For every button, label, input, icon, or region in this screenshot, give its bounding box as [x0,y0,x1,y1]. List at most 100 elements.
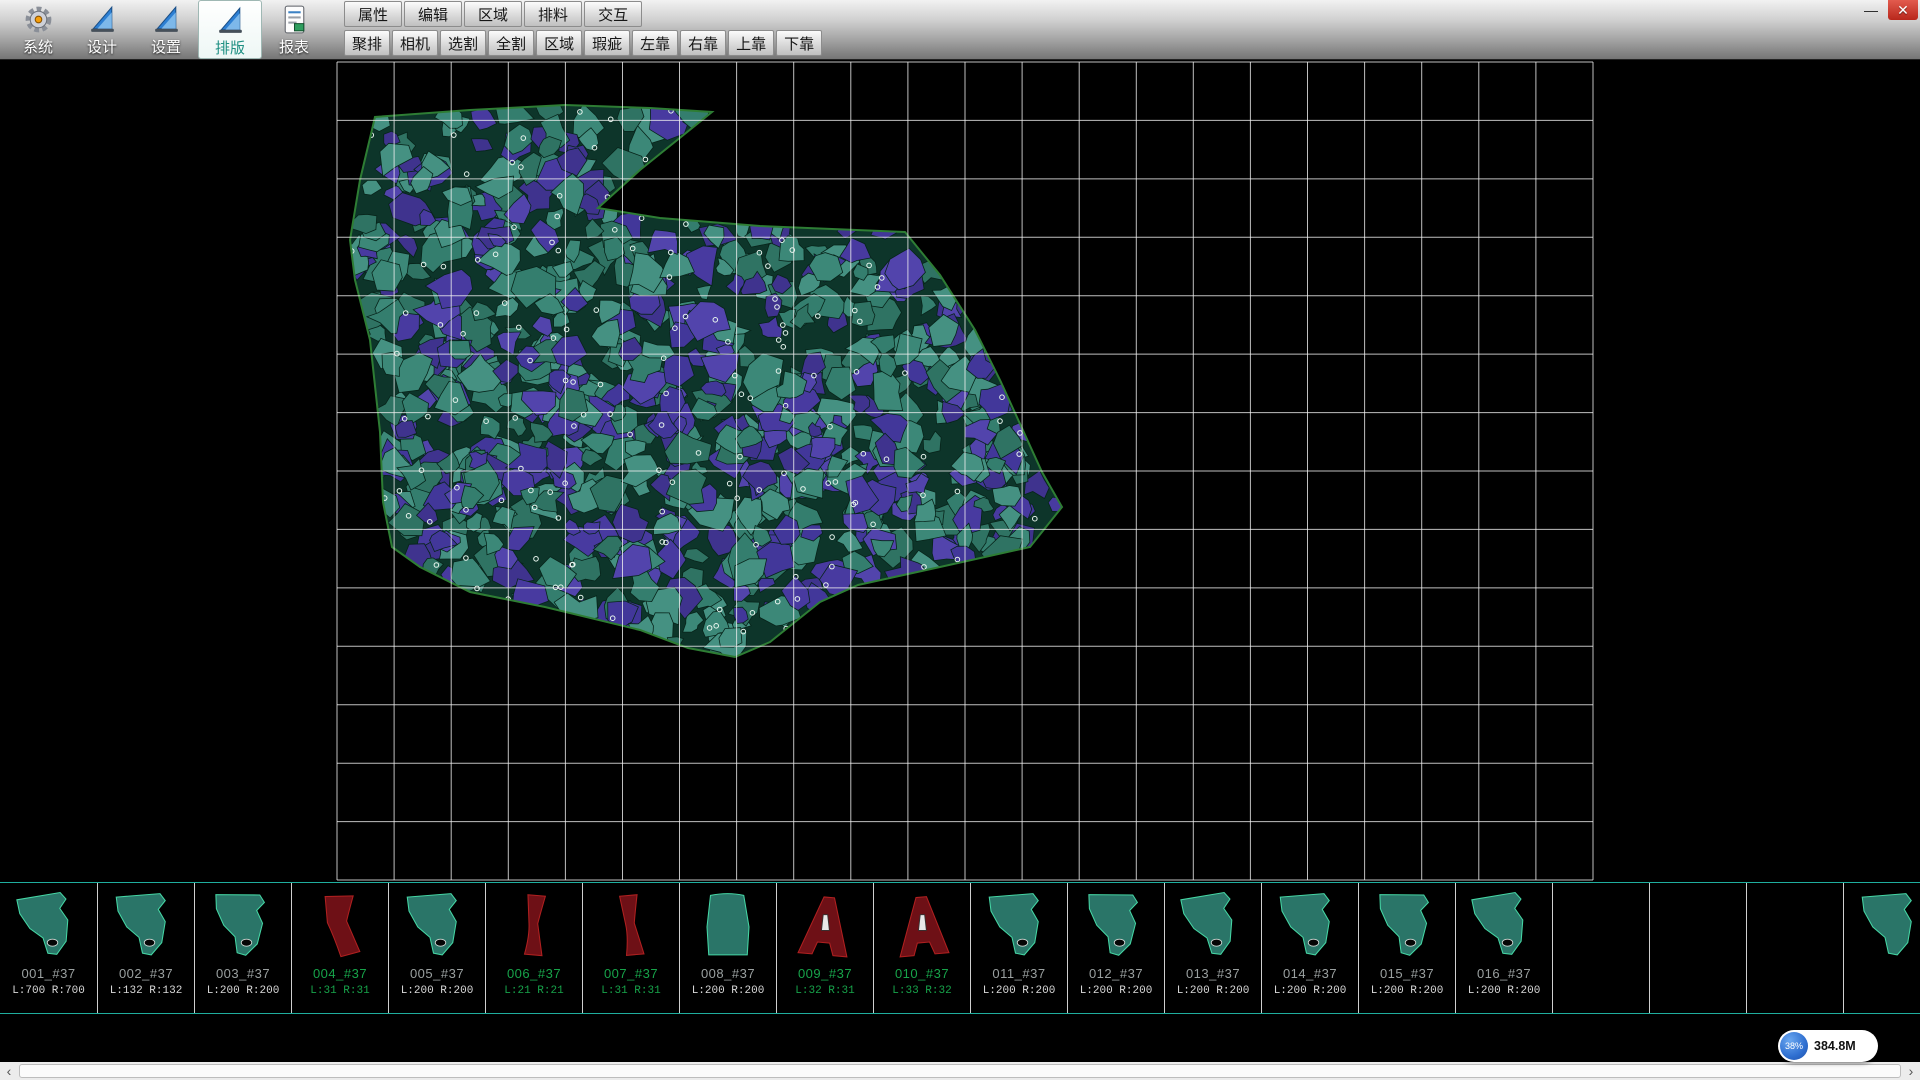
piece-name: 011_#37 [992,966,1045,981]
piece-shape [686,886,770,966]
piece-thumbnail-007_#37[interactable]: 007_#37L:31 R:31 [582,883,679,1013]
scroll-right-arrow[interactable]: › [1902,1062,1920,1080]
piece-thumbnail-006_#37[interactable]: 006_#37 L:21 R:21 [485,883,582,1013]
app-mode-toolbar: 系统设计设置 排版 报表 [6,0,326,60]
piece-thumbnail-overflow [1746,883,1843,1013]
menu-button-全割[interactable]: 全割 [488,30,534,56]
piece-thumbnail-009_#37[interactable]: 009_#37 L:32 R:31 [776,883,873,1013]
report-icon [278,3,311,36]
piece-lr-count: L:200 R:200 [401,985,474,997]
piece-shape [1850,886,1920,966]
menu-area: 属性编辑区域排料交互 聚排相机选割全割区域瑕疵左靠右靠上靠下靠 [344,1,822,56]
piece-lr-count: L:200 R:200 [1274,985,1347,997]
memory-status: 38% 384.8M [1778,1030,1878,1062]
piece-thumbnail-015_#37[interactable]: 015_#37L:200 R:200 [1358,883,1455,1013]
piece-thumbnail-014_#37[interactable]: 014_#37 L:200 R:200 [1261,883,1358,1013]
menu-button-上靠[interactable]: 上靠 [728,30,774,56]
close-button[interactable]: ✕ [1888,0,1918,20]
piece-thumbnail-005_#37[interactable]: 005_#37 L:200 R:200 [388,883,485,1013]
toolbar-button-label: 系统 [23,36,53,57]
piece-thumbnail-002_#37[interactable]: 002_#37L:132 R:132 [97,883,194,1013]
minimize-button[interactable]: — [1856,0,1886,20]
piece-name: 004_#37 [313,966,367,981]
piece-shape [1074,886,1158,966]
menu-button-属性[interactable]: 属性 [344,1,402,27]
toolbar-button-排版[interactable]: 排版 [198,0,262,59]
piece-lr-count: L:21 R:21 [504,985,563,997]
piece-shape [880,886,964,966]
piece-thumbnail-010_#37[interactable]: 010_#37L:33 R:32 [873,883,970,1013]
settings-icon [150,3,183,36]
piece-thumbnail-012_#37[interactable]: 012_#37 L:200 R:200 [1067,883,1164,1013]
menu-button-区域[interactable]: 区域 [464,1,522,27]
toolbar-button-报表[interactable]: 报表 [262,0,326,59]
piece-lr-count: L:132 R:132 [110,985,183,997]
toolbar-button-label: 报表 [279,36,309,57]
menu-button-瑕疵[interactable]: 瑕疵 [584,30,630,56]
menu-row-2: 聚排相机选割全割区域瑕疵左靠右靠上靠下靠 [344,30,822,56]
piece-lr-count: L:31 R:31 [310,985,369,997]
piece-name: 001_#37 [21,966,75,981]
piece-shape [1171,886,1255,966]
nesting-canvas[interactable] [0,60,1920,882]
piece-name: 014_#37 [1283,966,1337,981]
piece-lr-count: L:33 R:32 [892,985,951,997]
piece-thumbnail-overflow [1552,883,1649,1013]
piece-lr-count: L:32 R:31 [795,985,854,997]
progress-badge: 38% [1780,1032,1808,1060]
piece-shape [7,886,91,966]
menu-button-右靠[interactable]: 右靠 [680,30,726,56]
toolbar-button-系统[interactable]: 系统 [6,0,70,59]
menu-button-编辑[interactable]: 编辑 [404,1,462,27]
piece-thumbnail-016_#37[interactable]: 016_#37L:200 R:200 [1455,883,1552,1013]
piece-shape [1462,886,1546,966]
piece-thumbnail-overflow [1649,883,1746,1013]
piece-shape [977,886,1061,966]
memory-value: 384.8M [1814,1039,1856,1053]
piece-thumbnail-overflow [1843,883,1920,1013]
menu-button-选割[interactable]: 选割 [440,30,486,56]
window-controls: — ✕ [1856,0,1918,20]
piece-lr-count: L:200 R:200 [1080,985,1153,997]
piece-name: 003_#37 [216,966,270,981]
menu-button-左靠[interactable]: 左靠 [632,30,678,56]
piece-lr-count: L:200 R:200 [207,985,280,997]
toolbar-button-label: 排版 [215,37,245,58]
progress-percent: 38% [1785,1041,1803,1051]
design-icon [86,3,119,36]
menu-button-排料[interactable]: 排料 [524,1,582,27]
toolbar-button-设置[interactable]: 设置 [134,0,198,59]
piece-shape [104,886,188,966]
toolbar-button-label: 设置 [151,36,181,57]
piece-shape [1268,886,1352,966]
hide-nesting-view[interactable] [0,60,1920,882]
menu-button-聚排[interactable]: 聚排 [344,30,390,56]
piece-thumbnail-003_#37[interactable]: 003_#37 L:200 R:200 [194,883,291,1013]
piece-name: 009_#37 [798,966,852,981]
piece-thumbnail-008_#37[interactable]: 008_#37L:200 R:200 [679,883,776,1013]
piece-name: 013_#37 [1186,966,1240,981]
menu-button-交互[interactable]: 交互 [584,1,642,27]
piece-thumbnail-013_#37[interactable]: 013_#37L:200 R:200 [1164,883,1261,1013]
menu-button-相机[interactable]: 相机 [392,30,438,56]
piece-name: 006_#37 [507,966,561,981]
horizontal-scrollbar[interactable]: ‹ › [0,1062,1920,1080]
toolbar-button-设计[interactable]: 设计 [70,0,134,59]
piece-lr-count: L:200 R:200 [1468,985,1541,997]
pieces-strip: 001_#37L:700 R:700002_#37L:132 R:132003_… [0,882,1920,1014]
gear-icon [22,3,55,36]
piece-thumbnail-001_#37[interactable]: 001_#37L:700 R:700 [0,883,97,1013]
piece-lr-count: L:31 R:31 [601,985,660,997]
piece-thumbnail-011_#37[interactable]: 011_#37L:200 R:200 [970,883,1067,1013]
piece-name: 012_#37 [1089,966,1143,981]
menu-button-下靠[interactable]: 下靠 [776,30,822,56]
main-toolbar: 系统设计设置排版报表 属性编辑区域排料交互 聚排相机选割全割区域瑕疵左靠右靠上靠… [0,0,1920,60]
piece-name: 005_#37 [410,966,464,981]
piece-shape [395,886,479,966]
scrollbar-thumb[interactable] [19,1064,1901,1078]
menu-button-区域[interactable]: 区域 [536,30,582,56]
piece-thumbnail-004_#37[interactable]: 004_#37 L:31 R:31 [291,883,388,1013]
piece-shape [1365,886,1449,966]
piece-shape [589,886,673,966]
scroll-left-arrow[interactable]: ‹ [0,1062,18,1080]
